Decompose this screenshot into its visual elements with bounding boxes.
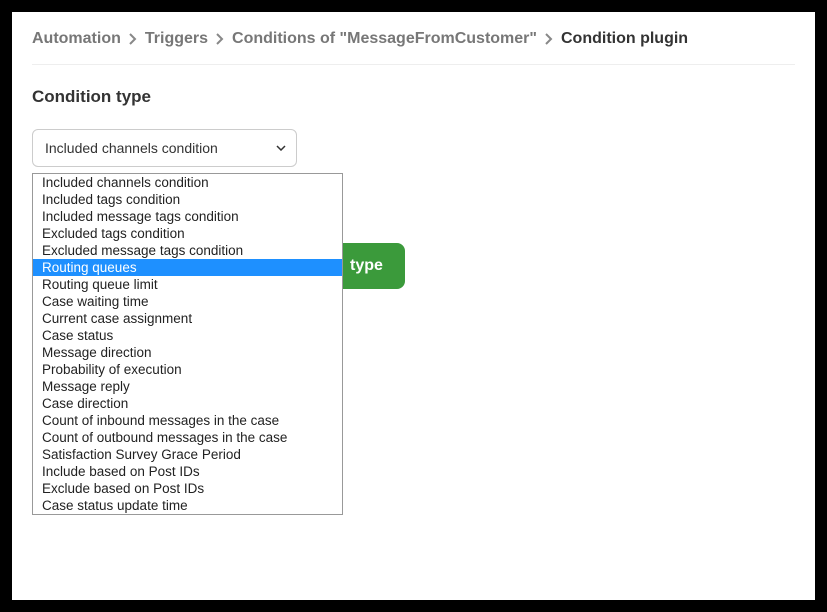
breadcrumb-current: Condition plugin: [561, 30, 688, 48]
dropdown-option[interactable]: Count of outbound messages in the case: [33, 429, 342, 446]
chevron-right-icon: [129, 33, 137, 45]
condition-type-dropdown[interactable]: Included channels conditionIncluded tags…: [32, 173, 343, 515]
condition-type-select[interactable]: Included channels condition: [32, 129, 297, 167]
page-title: Condition type: [32, 87, 795, 107]
select-value: Included channels condition: [45, 140, 218, 156]
condition-type-select-wrap: Included channels condition Included cha…: [32, 129, 297, 167]
chevron-right-icon: [545, 33, 553, 45]
chevron-right-icon: [216, 33, 224, 45]
dropdown-option[interactable]: Routing queues: [33, 259, 342, 276]
dropdown-option[interactable]: Included tags condition: [33, 191, 342, 208]
dropdown-option[interactable]: Routing queue limit: [33, 276, 342, 293]
dropdown-option[interactable]: Excluded tags condition: [33, 225, 342, 242]
breadcrumb-conditions[interactable]: Conditions of "MessageFromCustomer": [232, 30, 537, 48]
dropdown-option[interactable]: Message reply: [33, 378, 342, 395]
window-container: Automation Triggers Conditions of "Messa…: [12, 12, 815, 600]
dropdown-option[interactable]: Case status update time: [33, 497, 342, 514]
breadcrumb-automation[interactable]: Automation: [32, 30, 121, 48]
dropdown-option[interactable]: Probability of execution: [33, 361, 342, 378]
dropdown-option[interactable]: Satisfaction Survey Grace Period: [33, 446, 342, 463]
chevron-down-icon: [276, 142, 286, 154]
dropdown-option[interactable]: Current case assignment: [33, 310, 342, 327]
dropdown-option[interactable]: Message direction: [33, 344, 342, 361]
dropdown-option[interactable]: Count of inbound messages in the case: [33, 412, 342, 429]
dropdown-option[interactable]: Exclude based on Post IDs: [33, 480, 342, 497]
breadcrumb-triggers[interactable]: Triggers: [145, 30, 208, 48]
dropdown-option[interactable]: Case waiting time: [33, 293, 342, 310]
dropdown-option[interactable]: Excluded message tags condition: [33, 242, 342, 259]
dropdown-option[interactable]: Include based on Post IDs: [33, 463, 342, 480]
dropdown-option[interactable]: Included channels condition: [33, 174, 342, 191]
save-button-label: type: [350, 257, 383, 274]
dropdown-option[interactable]: Case direction: [33, 395, 342, 412]
breadcrumb: Automation Triggers Conditions of "Messa…: [32, 30, 795, 65]
dropdown-option[interactable]: Included message tags condition: [33, 208, 342, 225]
dropdown-option[interactable]: Case status: [33, 327, 342, 344]
